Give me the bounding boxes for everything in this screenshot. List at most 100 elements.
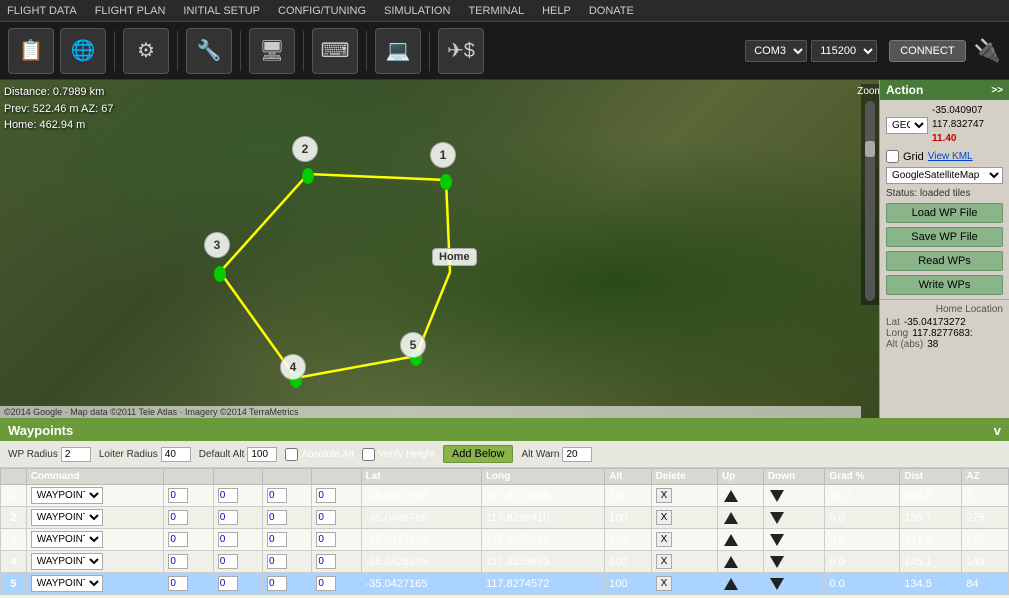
save-wp-file-button[interactable]: Save WP File (886, 227, 1003, 247)
up-arrow-3[interactable] (722, 532, 740, 548)
v4-input-3[interactable] (316, 532, 336, 547)
menu-donate[interactable]: DONATE (586, 3, 637, 19)
v1-input-1[interactable] (168, 488, 188, 503)
v4-input-1[interactable] (316, 488, 336, 503)
col-down: Down (763, 469, 825, 485)
delete-button-3[interactable]: X (656, 532, 673, 547)
down-arrow-4[interactable] (768, 554, 786, 570)
v4-input-4[interactable] (316, 554, 336, 569)
command-select-1[interactable]: WAYPOINT (31, 487, 103, 504)
v3-input-2[interactable] (267, 510, 287, 525)
coord-type-select[interactable]: GEO (886, 117, 928, 134)
waypoints-chevron[interactable]: v (994, 423, 1001, 438)
home-marker: Home (432, 248, 477, 266)
up-arrow-2[interactable] (722, 510, 740, 526)
v2-input-3[interactable] (218, 532, 238, 547)
command-select-5[interactable]: WAYPOINT (31, 575, 103, 592)
absolute-alt-checkbox[interactable] (285, 448, 298, 461)
wp-grad-cell: 95.7 (825, 485, 900, 507)
v2-input-1[interactable] (218, 488, 238, 503)
menu-terminal[interactable]: TERMINAL (465, 3, 527, 19)
view-kml-link[interactable]: View KML (928, 151, 973, 162)
home-alt-value: 38 (927, 339, 938, 350)
menu-simulation[interactable]: SIMULATION (381, 3, 453, 19)
action-chevron[interactable]: >> (991, 85, 1003, 96)
v2-input-5[interactable] (218, 576, 238, 591)
zoom-track[interactable] (865, 101, 875, 301)
waypoint-4-marker[interactable]: 4 (280, 354, 306, 380)
flight-plan-button[interactable]: 🌐 (60, 28, 106, 74)
delete-button-2[interactable]: X (656, 510, 673, 525)
add-below-button[interactable]: Add Below (443, 445, 514, 463)
map-area[interactable]: Distance: 0.7989 km Prev: 522.46 m AZ: 6… (0, 80, 879, 418)
menu-help[interactable]: HELP (539, 3, 574, 19)
delete-button-4[interactable]: X (656, 554, 673, 569)
menu-flight-data[interactable]: FLIGHT DATA (4, 3, 80, 19)
v3-input-4[interactable] (267, 554, 287, 569)
home-lat-row: Lat -35.04173272 (886, 317, 1003, 328)
main-content: Distance: 0.7989 km Prev: 522.46 m AZ: 6… (0, 80, 1009, 418)
alt-warn-input[interactable] (562, 447, 592, 462)
verify-height-label[interactable]: Verify Height (362, 448, 435, 461)
menu-flight-plan[interactable]: FLIGHT PLAN (92, 3, 169, 19)
v3-input-5[interactable] (267, 576, 287, 591)
connect-button[interactable]: CONNECT (889, 40, 965, 62)
home-alt-label: Alt (abs) (886, 339, 923, 350)
wp-v1-cell (164, 507, 213, 529)
home-alt-row: Alt (abs) 38 (886, 339, 1003, 350)
v2-input-2[interactable] (218, 510, 238, 525)
delete-button-1[interactable]: X (656, 488, 673, 503)
simulation-button[interactable]: 🖥 (249, 28, 295, 74)
wp-radius-input[interactable] (61, 447, 91, 462)
flight-data-button[interactable]: 📋 (8, 28, 54, 74)
up-arrow-1[interactable] (722, 488, 740, 504)
command-select-4[interactable]: WAYPOINT (31, 553, 103, 570)
down-arrow-3[interactable] (768, 532, 786, 548)
menu-config-tuning[interactable]: CONFIG/TUNING (275, 3, 369, 19)
v3-input-3[interactable] (267, 532, 287, 547)
grid-checkbox[interactable] (886, 150, 899, 163)
v2-input-4[interactable] (218, 554, 238, 569)
v1-input-4[interactable] (168, 554, 188, 569)
v1-input-2[interactable] (168, 510, 188, 525)
waypoint-2-marker[interactable]: 2 (292, 136, 318, 162)
verify-height-checkbox[interactable] (362, 448, 375, 461)
donate-icon: ✈$ (447, 41, 475, 61)
wp-v1-cell (164, 529, 213, 551)
port-select[interactable]: COM3 (745, 40, 807, 62)
menu-initial-setup[interactable]: INITIAL SETUP (180, 3, 263, 19)
write-wps-button[interactable]: Write WPs (886, 275, 1003, 295)
config-button[interactable]: 🔧 (186, 28, 232, 74)
v3-input-1[interactable] (267, 488, 287, 503)
read-wps-button[interactable]: Read WPs (886, 251, 1003, 271)
command-select-2[interactable]: WAYPOINT (31, 509, 103, 526)
terminal-button[interactable]: ⌨ (312, 28, 358, 74)
waypoint-3-marker[interactable]: 3 (204, 232, 230, 258)
delete-button-5[interactable]: X (656, 576, 673, 591)
v4-input-5[interactable] (316, 576, 336, 591)
baud-select[interactable]: 115200 (811, 40, 877, 62)
default-alt-input[interactable] (247, 447, 277, 462)
down-arrow-5[interactable] (768, 576, 786, 592)
v1-input-3[interactable] (168, 532, 188, 547)
v1-input-5[interactable] (168, 576, 188, 591)
down-arrow-2[interactable] (768, 510, 786, 526)
command-select-3[interactable]: WAYPOINT (31, 531, 103, 548)
up-arrow-4[interactable] (722, 554, 740, 570)
col-v2 (213, 469, 262, 485)
waypoint-1-marker[interactable]: 1 (430, 142, 456, 168)
waypoint-5-marker[interactable]: 5 (400, 332, 426, 358)
wp-delete-cell: X (651, 507, 717, 529)
donate-button[interactable]: ✈$ (438, 28, 484, 74)
down-arrow-1[interactable] (768, 488, 786, 504)
zoom-handle[interactable] (865, 141, 875, 157)
up-arrow-5[interactable] (722, 576, 740, 592)
initial-setup-button[interactable]: ⚙ (123, 28, 169, 74)
v4-input-2[interactable] (316, 510, 336, 525)
load-wp-file-button[interactable]: Load WP File (886, 203, 1003, 223)
loiter-radius-input[interactable] (161, 447, 191, 462)
help-button[interactable]: 💻 (375, 28, 421, 74)
absolute-alt-label[interactable]: Absolute Alt (285, 448, 354, 461)
wp-alt-cell: 100 (605, 551, 652, 573)
map-type-select[interactable]: GoogleSatelliteMap (886, 167, 1003, 184)
